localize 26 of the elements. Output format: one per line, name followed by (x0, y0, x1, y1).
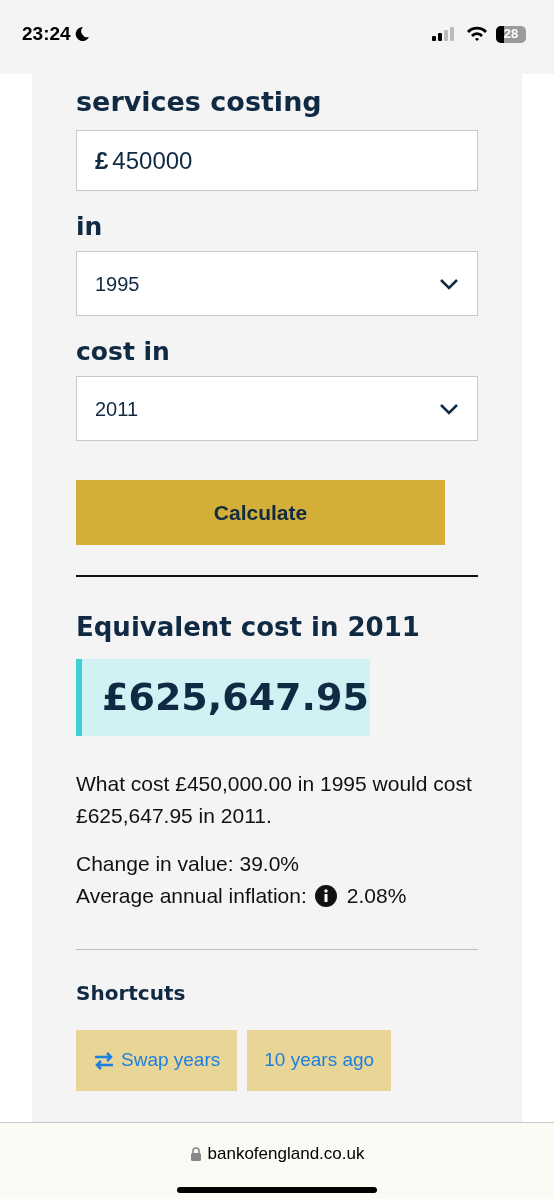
currency-symbol: £ (95, 145, 109, 176)
result-heading: Equivalent cost in 2011 (76, 611, 421, 644)
moon-icon (73, 26, 90, 42)
inflation-label: Average annual inflation: (76, 883, 307, 909)
field-label: cost in (76, 336, 171, 368)
lock-icon (189, 1146, 202, 1161)
year-select[interactable]: 1995 (76, 251, 478, 316)
battery-level: 28 (503, 25, 519, 43)
year-select[interactable]: 2011 (76, 376, 478, 441)
amount-field[interactable]: £ 450000 (76, 130, 478, 191)
result-sentence: What cost £450,000.00 in 1995 would cost £625,647.95 in 2011. (76, 771, 473, 829)
url-text[interactable]: bankofengland.co.uk (207, 1141, 365, 1167)
field-label: in (76, 211, 104, 243)
inflation-value: 2.08% (346, 883, 407, 909)
amount-value: 450000 (112, 145, 193, 176)
swap-arrows-icon (93, 1050, 115, 1071)
info-icon[interactable] (314, 885, 337, 907)
wifi-icon (466, 26, 488, 42)
form-heading: services costing (76, 85, 323, 119)
result-amount: £625,647.95 (76, 659, 370, 736)
change-in-value: Change in value: 39.0% (76, 851, 300, 877)
shortcuts-heading: Shortcuts (76, 980, 187, 1007)
chevron-down-icon (439, 277, 459, 290)
chevron-down-icon (439, 402, 459, 415)
status-time: 23:24 (22, 21, 71, 46)
calculate-button[interactable]: Calculate (76, 480, 445, 545)
